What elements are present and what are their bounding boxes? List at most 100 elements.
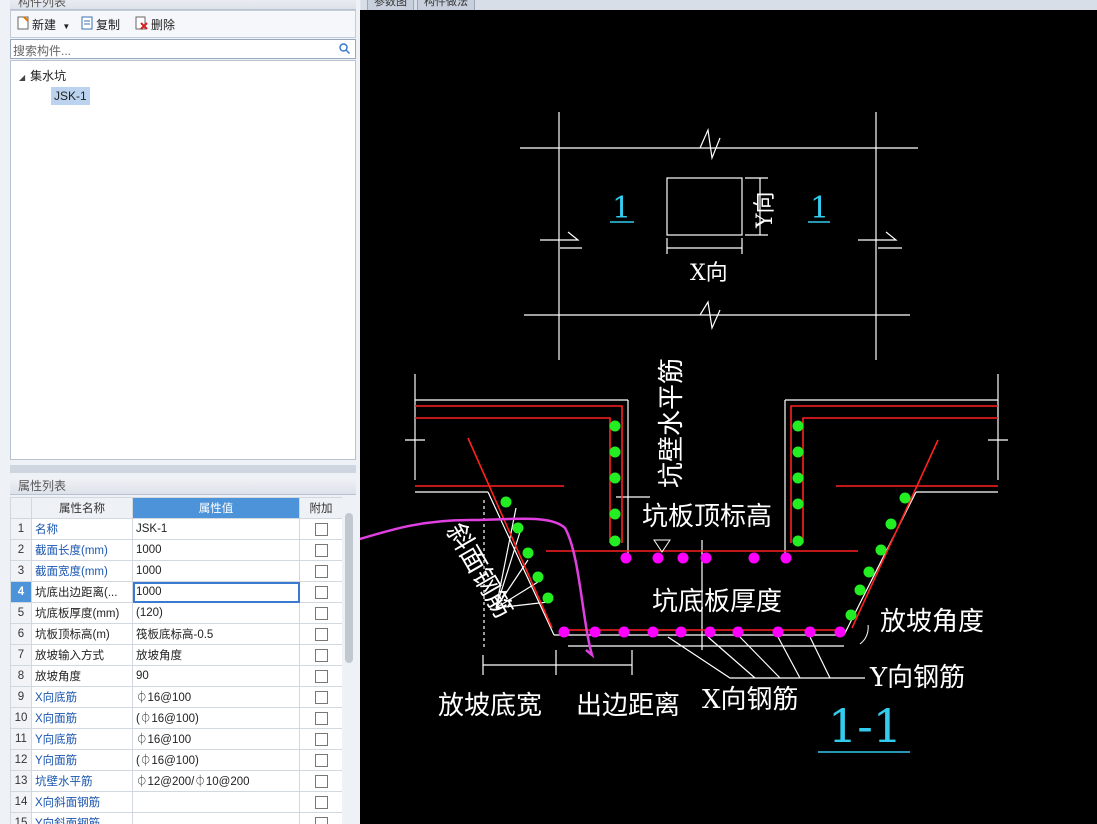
extra-checkbox[interactable] (314, 711, 328, 725)
property-value[interactable]: (⏀16@100) (132, 749, 300, 771)
property-value[interactable]: 1000 (132, 560, 300, 582)
search-icon[interactable] (339, 43, 351, 57)
extra-cell (299, 623, 342, 645)
scrollbar-thumb[interactable] (345, 513, 353, 663)
property-row[interactable]: 12 Y向面筋 (⏀16@100) (10, 749, 342, 771)
row-number: 2 (10, 539, 32, 561)
tree-item-jsk-1[interactable]: JSK-1 (51, 87, 90, 105)
property-value[interactable]: (120) (132, 602, 300, 624)
extra-checkbox[interactable] (314, 753, 328, 767)
row-number-header (10, 497, 32, 519)
panel-splitter[interactable] (10, 465, 356, 473)
property-row[interactable]: 5 坑底板厚度(mm) (120) (10, 602, 342, 624)
delete-button[interactable]: 删除 (135, 16, 175, 34)
extra-checkbox[interactable] (314, 732, 328, 746)
x-direction-label: X向 (690, 261, 728, 286)
property-name: X向面筋 (31, 707, 133, 729)
extra-checkbox[interactable] (314, 543, 328, 557)
extra-checkbox[interactable] (314, 585, 328, 599)
extra-cell (299, 602, 342, 624)
property-name: 名称 (31, 518, 133, 540)
property-value[interactable]: 放坡角度 (132, 644, 300, 666)
property-value[interactable]: ⏀16@100 (132, 686, 300, 708)
property-value[interactable]: JSK-1 (132, 518, 300, 540)
property-row[interactable]: 10 X向面筋 (⏀16@100) (10, 707, 342, 729)
extra-checkbox[interactable] (314, 522, 328, 536)
property-value[interactable]: 1000 (132, 539, 300, 561)
new-label: 新建 (32, 18, 57, 32)
search-box[interactable]: 搜索构件... (10, 39, 356, 59)
collapse-icon[interactable]: ◢ (19, 73, 25, 82)
property-grid: 属性名称 属性值 附加 1 名称 JSK-1 2 截面长度(mm) 1000 3 截面宽度(m… (10, 497, 342, 824)
property-value[interactable]: 筏板底标高-0.5 (132, 623, 300, 645)
component-tree: ◢ 集水坑 JSK-1 (10, 60, 356, 460)
row-number: 12 (10, 749, 32, 771)
row-number: 13 (10, 770, 32, 792)
property-row[interactable]: 15 Y向斜面钢筋 (10, 812, 342, 824)
property-row[interactable]: 1 名称 JSK-1 (10, 518, 342, 540)
x-rebar-label: X向钢筋 (702, 685, 799, 715)
property-row[interactable]: 11 Y向底筋 ⏀16@100 (10, 728, 342, 750)
extra-checkbox[interactable] (314, 606, 328, 620)
copy-button[interactable]: 复制 (81, 16, 120, 34)
row-number: 6 (10, 623, 32, 645)
extra-cell (299, 728, 342, 750)
extra-cell (299, 644, 342, 666)
extra-cell (299, 791, 342, 813)
property-row[interactable]: 2 截面长度(mm) 1000 (10, 539, 342, 561)
property-row[interactable]: 3 截面宽度(mm) 1000 (10, 560, 342, 582)
property-row[interactable]: 8 放坡角度 90 (10, 665, 342, 687)
property-value[interactable] (132, 812, 300, 824)
property-name: X向底筋 (31, 686, 133, 708)
property-row[interactable]: 7 放坡输入方式 放坡角度 (10, 644, 342, 666)
property-value[interactable]: (⏀16@100) (132, 707, 300, 729)
property-scrollbar[interactable] (342, 497, 356, 824)
property-row[interactable]: 4 坑底出边距离(... 1000 (10, 581, 342, 603)
extra-checkbox[interactable] (314, 564, 328, 578)
extra-checkbox[interactable] (314, 690, 328, 704)
property-name: 坑底出边距离(... (31, 581, 133, 603)
extra-checkbox[interactable] (314, 774, 328, 788)
y-rebar-label: Y向钢筋 (869, 663, 965, 693)
row-number: 15 (10, 812, 32, 824)
tree-group-row[interactable]: ◢ 集水坑 (19, 67, 66, 84)
property-value[interactable]: 90 (132, 665, 300, 687)
property-value[interactable]: ⏀16@100 (132, 728, 300, 750)
prop-value-header[interactable]: 属性值 (132, 497, 300, 519)
property-value[interactable]: 1000 (132, 581, 300, 603)
dropdown-arrow-icon[interactable]: ▼ (62, 22, 70, 31)
property-name: 放坡输入方式 (31, 644, 133, 666)
property-row[interactable]: 13 坑壁水平筋 ⏀12@200/⏀10@200 (10, 770, 342, 792)
extra-checkbox[interactable] (314, 795, 328, 809)
section-title: 1-1 (828, 699, 902, 753)
extra-cell (299, 749, 342, 771)
property-value[interactable]: ⏀12@200/⏀10@200 (132, 770, 300, 792)
tab-component-method[interactable]: 构件做法 (417, 0, 475, 10)
property-row[interactable]: 14 X向斜面钢筋 (10, 791, 342, 813)
slope-bottom-width-label: 放坡底宽 (438, 691, 542, 721)
property-row[interactable]: 9 X向底筋 ⏀16@100 (10, 686, 342, 708)
section-mark-left: 1 (612, 191, 631, 226)
row-number: 9 (10, 686, 32, 708)
slab-top-elevation-label: 坑板顶标高 (642, 502, 772, 532)
extra-cell (299, 560, 342, 582)
property-row[interactable]: 6 坑板顶标高(m) 筏板底标高-0.5 (10, 623, 342, 645)
tab-parameter-diagram[interactable]: 参数图 (367, 0, 414, 10)
slab-thickness-label: 坑底板厚度 (652, 587, 782, 617)
new-button[interactable]: 新建 ▼ (17, 16, 70, 34)
property-value[interactable] (132, 791, 300, 813)
prop-extra-header[interactable]: 附加 (299, 497, 342, 519)
tree-item-label: JSK-1 (51, 87, 90, 105)
extra-checkbox[interactable] (314, 816, 328, 824)
prop-name-header[interactable]: 属性名称 (31, 497, 133, 519)
copy-icon (81, 16, 93, 35)
slope-angle-label: 放坡角度 (880, 607, 984, 637)
extra-cell (299, 665, 342, 687)
search-input[interactable]: 搜索构件... (13, 42, 71, 59)
extra-checkbox[interactable] (314, 627, 328, 641)
property-name: 截面长度(mm) (31, 539, 133, 561)
y-direction-label: Y向 (753, 191, 778, 229)
extra-cell (299, 686, 342, 708)
extra-checkbox[interactable] (314, 669, 328, 683)
extra-checkbox[interactable] (314, 648, 328, 662)
